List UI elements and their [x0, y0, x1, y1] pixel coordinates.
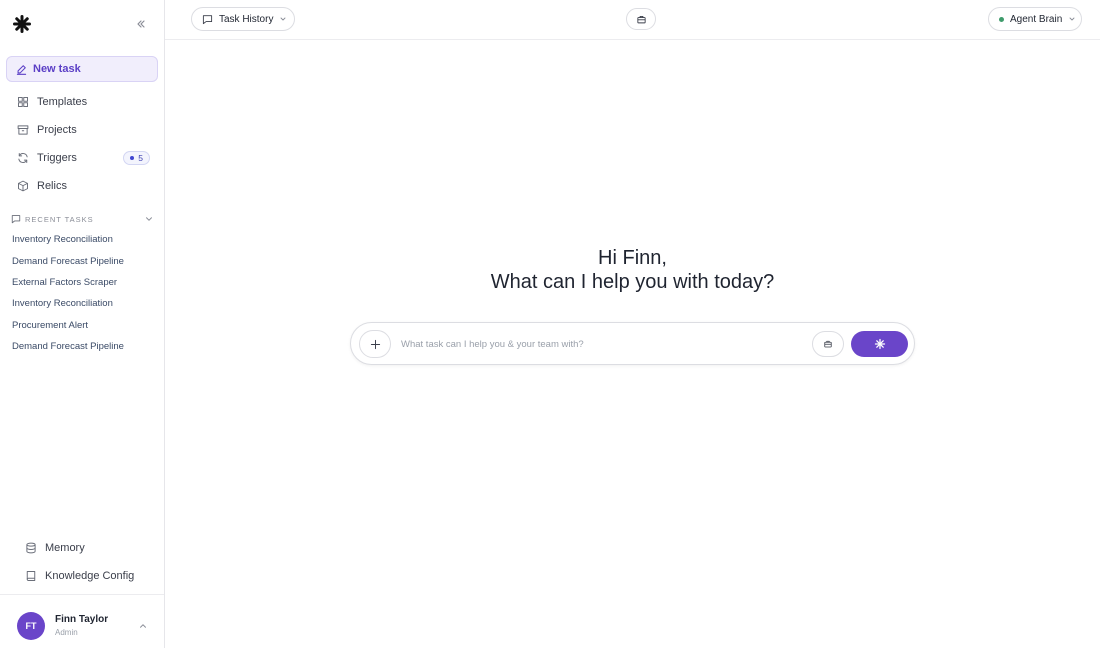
badge-count: 5: [138, 153, 143, 163]
chevron-up-icon: [140, 624, 146, 628]
app-window: New task Templates Projects Triggers 5 R…: [0, 0, 1100, 648]
task-input[interactable]: [401, 333, 801, 355]
book-icon: [26, 571, 36, 581]
message-square-icon: [202, 14, 213, 24]
new-task-label: New task: [33, 63, 81, 75]
database-icon: [26, 542, 36, 554]
chevron-down-icon[interactable]: [144, 214, 154, 224]
user-name: Finn Taylor: [55, 614, 109, 625]
sidebar-bottom-nav: Memory Knowledge Config: [0, 534, 165, 590]
greeting-title: Hi Finn,: [598, 247, 667, 269]
asterisk-logo-icon[interactable]: [13, 15, 31, 33]
pencil-icon: [16, 64, 27, 75]
send-button[interactable]: [851, 331, 908, 357]
briefcase-button[interactable]: [626, 8, 656, 30]
collapse-sidebar-icon[interactable]: [133, 16, 149, 32]
triggers-count-badge: 5: [123, 151, 150, 165]
task-composer: [350, 322, 915, 365]
sidebar-item-knowledge-config[interactable]: Knowledge Config: [0, 562, 165, 590]
top-bar: Task History Agent Brain: [165, 0, 1100, 40]
greeting-subtitle: What can I help you with today?: [490, 271, 775, 293]
asterisk-send-icon: [874, 338, 885, 350]
box-icon: [18, 180, 28, 192]
sidebar: New task Templates Projects Triggers 5 R…: [0, 0, 165, 648]
recent-task-item[interactable]: Inventory Reconciliation: [0, 229, 165, 250]
main-panel: Task History Agent Brain Hi Finn, What c…: [165, 0, 1100, 648]
recent-task-item[interactable]: Demand Forecast Pipeline: [0, 336, 165, 357]
user-menu[interactable]: FT Finn Taylor Admin: [17, 612, 152, 640]
sidebar-item-projects[interactable]: Projects: [0, 116, 165, 144]
chevron-down-icon: [1069, 17, 1075, 21]
new-task-button[interactable]: New task: [6, 56, 158, 82]
sidebar-item-label: Knowledge Config: [45, 570, 135, 582]
recent-task-item[interactable]: Inventory Reconciliation: [0, 293, 165, 314]
sidebar-item-label: Projects: [37, 124, 77, 136]
briefcase-icon: [636, 15, 646, 23]
recent-tasks-header: RECENT TASKS: [11, 212, 154, 226]
chevron-down-icon: [281, 17, 286, 21]
sidebar-nav: Templates Projects Triggers 5 Relics: [0, 88, 165, 200]
sidebar-item-label: Relics: [37, 180, 67, 192]
grid-icon: [18, 97, 28, 107]
add-attachment-button[interactable]: [359, 330, 391, 358]
sidebar-item-label: Memory: [45, 542, 85, 554]
sidebar-item-relics[interactable]: Relics: [0, 172, 165, 200]
badge-dot-icon: [130, 156, 135, 160]
archive-icon: [17, 125, 29, 135]
task-history-label: Task History: [219, 13, 274, 25]
briefcase-tool-button[interactable]: [812, 331, 844, 357]
agent-label: Agent Brain: [1010, 13, 1063, 25]
user-role: Admin: [55, 628, 78, 637]
agent-selector-dropdown[interactable]: Agent Brain: [988, 7, 1082, 31]
sidebar-item-templates[interactable]: Templates: [0, 88, 165, 116]
sidebar-item-memory[interactable]: Memory: [0, 534, 165, 562]
sidebar-item-label: Templates: [37, 96, 88, 108]
task-history-dropdown[interactable]: Task History: [191, 7, 295, 31]
avatar: FT: [17, 612, 45, 640]
recent-task-item[interactable]: Procurement Alert: [0, 315, 165, 336]
plus-icon: [370, 339, 380, 349]
briefcase-icon: [824, 340, 832, 348]
message-square-icon: [11, 215, 21, 224]
sidebar-item-triggers[interactable]: Triggers 5: [0, 144, 165, 172]
divider: [0, 594, 164, 595]
recent-task-item[interactable]: External Factors Scraper: [0, 272, 165, 293]
recent-tasks-list: Inventory Reconciliation Demand Forecast…: [0, 229, 165, 357]
recent-task-item[interactable]: Demand Forecast Pipeline: [0, 250, 165, 271]
sidebar-item-label: Triggers: [37, 152, 77, 164]
recent-tasks-title: RECENT TASKS: [25, 214, 94, 224]
status-dot-icon: [999, 16, 1004, 22]
refresh-icon: [18, 153, 28, 163]
